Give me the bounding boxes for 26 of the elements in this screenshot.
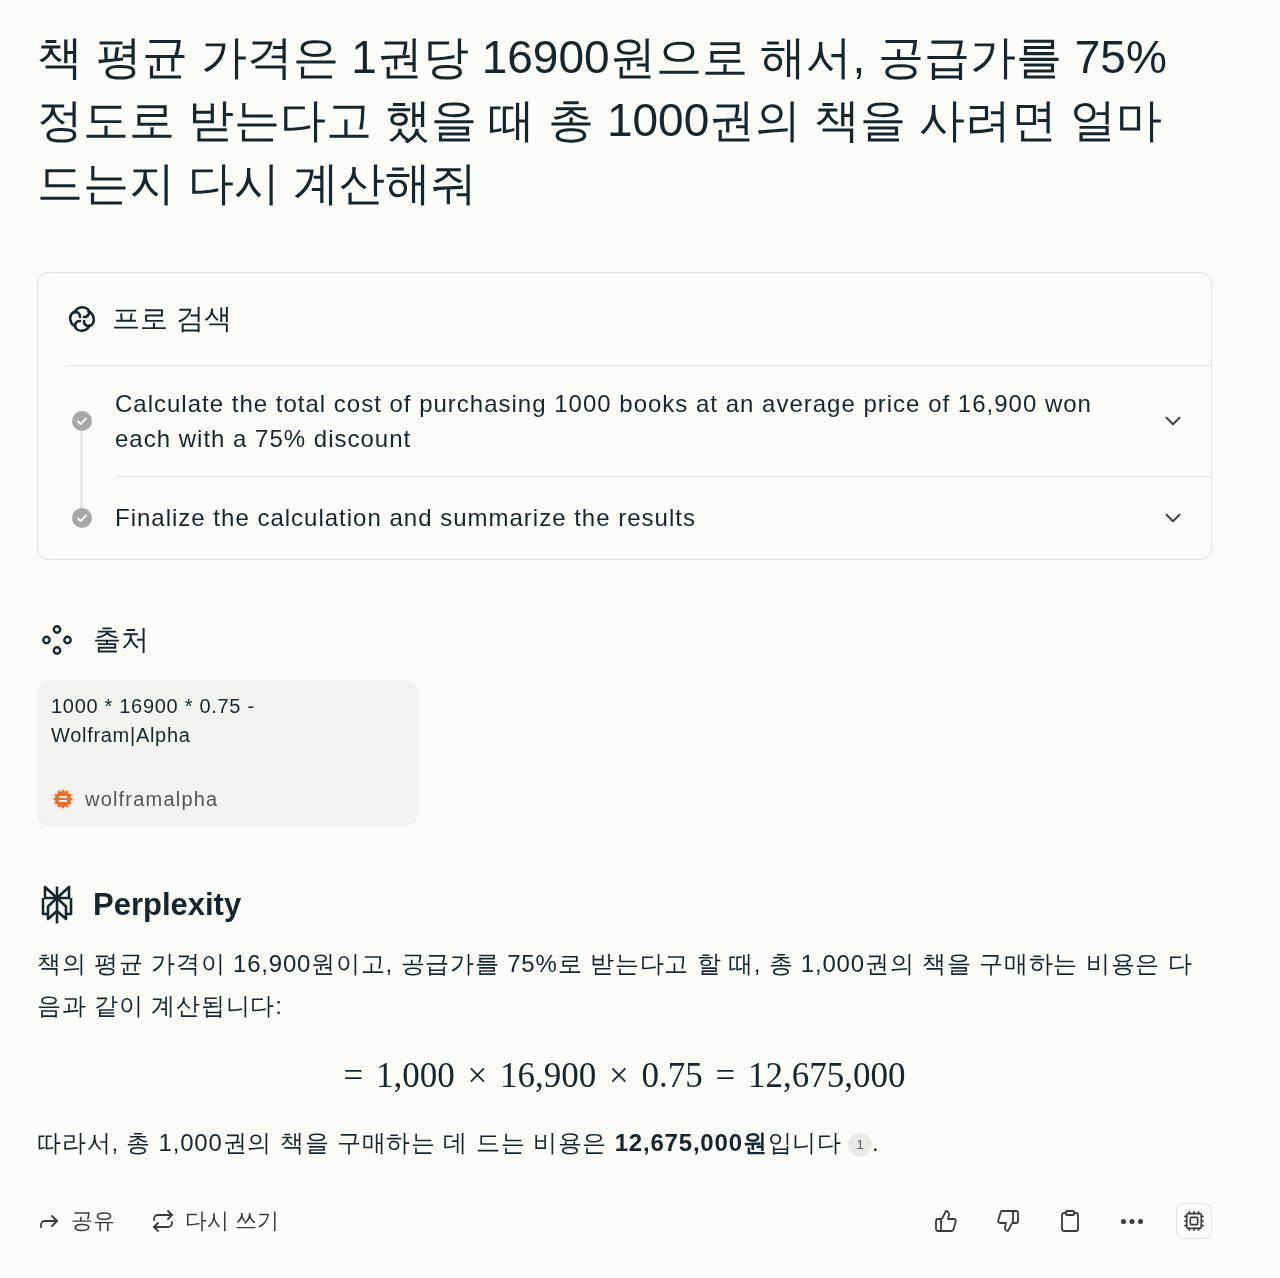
chip-icon [1183,1210,1205,1232]
model-button[interactable] [1176,1203,1212,1239]
source-site: wolframalpha [85,787,219,812]
source-title: 1000 * 16900 * 0.75 - Wolfram|Alpha [51,694,256,748]
star-icon [51,787,75,811]
thumbs-up-icon [934,1209,958,1233]
share-button[interactable]: 공유 [37,1202,115,1240]
answer-paragraph: 책의 평균 가격이 16,900원이고, 공급가를 75%로 받는다고 할 때, 총 1,000권의 책을 구매하는 비용은 다음과 같이 계산됩니다: [37,949,1194,1021]
citation-link[interactable]: 1 [848,1132,872,1157]
math-formula: = 1,000 × 16,900 × 0.75 = 12,675,000 [343,1055,906,1097]
step-text: Finalize the calculation and summarize the results [115,503,696,533]
refresh-icon [151,1209,175,1233]
brand-name: Perplexity [93,887,242,923]
thumbs-down-icon [996,1209,1020,1233]
ellipsis-icon [1121,1218,1143,1224]
question-title: 책 평균 가격은 1권당 16900원으로 해서, 공급가를 75% 정도로 받는다고 했을 때 총 1000권의 책을 사려면 얼마 드는지 다시 계산해줘 [37,30,1168,211]
step-text: Calculate the total cost of purchasing 1000 books at an average price of 16,900 won each with a 75% discount [115,389,1093,454]
answer-paragraph: 따라서, 총 1,000권의 책을 구매하는 데 드는 비용은 12,675,000원입니다 1 . [37,1128,881,1159]
section-title: 프로 검색 [112,302,232,336]
source-card[interactable]: 1000 * 16900 * 0.75 - Wolfram|Alpha wolframalpha [37,680,418,826]
section-title: 출처 [93,623,149,657]
logo-icon [40,885,74,925]
clipboard-icon [1058,1209,1082,1233]
dots-icon [42,625,72,655]
rewrite-button[interactable]: 다시 쓰기 [151,1202,280,1240]
swirl-icon [66,303,98,335]
